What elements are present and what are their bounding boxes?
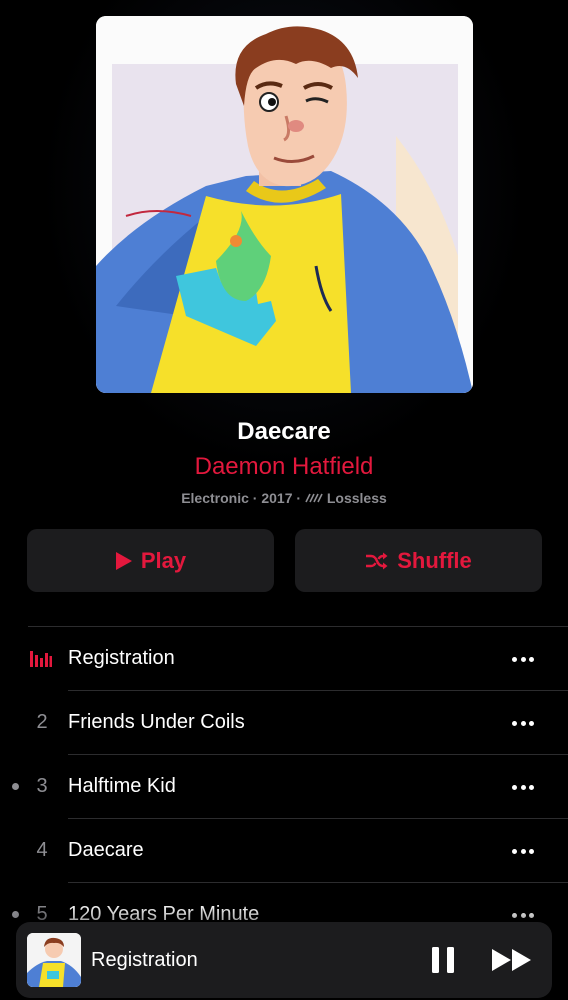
play-label: Play	[140, 547, 187, 573]
quality-label: Lossless	[326, 490, 387, 506]
track-row[interactable]: 3 Halftime Kid	[0, 755, 568, 819]
now-playing-title: Registration	[91, 949, 198, 971]
track-title: Friends Under Coils	[68, 711, 245, 733]
track-row[interactable]: 2 Friends Under Coils	[0, 691, 568, 755]
play-button[interactable]: Play	[27, 529, 274, 592]
downloaded-dot-icon	[12, 783, 19, 790]
ellipsis-icon[interactable]	[512, 657, 534, 662]
play-icon	[115, 551, 132, 570]
shuffle-label: Shuffle	[397, 547, 472, 573]
fast-forward-icon[interactable]	[491, 947, 533, 973]
album-year: 2017	[261, 490, 293, 506]
shuffle-icon	[366, 552, 388, 569]
album-title: Daecare	[237, 418, 331, 445]
shuffle-button[interactable]: Shuffle	[295, 529, 542, 592]
meta-separator: ·	[252, 490, 258, 506]
equalizer-bars-icon	[30, 651, 52, 667]
album-artwork-illustration	[96, 16, 473, 393]
track-title: Registration	[68, 647, 175, 669]
track-number: 2	[36, 711, 48, 733]
mini-player[interactable]: Registration	[16, 922, 552, 998]
track-number: 3	[36, 775, 48, 797]
album-artwork[interactable]	[96, 16, 473, 393]
track-number: 4	[36, 839, 48, 861]
ellipsis-icon[interactable]	[512, 913, 534, 918]
track-title: Daecare	[68, 839, 144, 861]
track-row[interactable]: 4 Daecare	[0, 819, 568, 883]
lossless-wave-icon	[305, 493, 323, 503]
downloaded-dot-icon	[12, 911, 19, 918]
ellipsis-icon[interactable]	[512, 785, 534, 790]
album-metadata: Electronic · 2017 · Lossless	[0, 490, 568, 506]
ellipsis-icon[interactable]	[512, 849, 534, 854]
ellipsis-icon[interactable]	[512, 721, 534, 726]
pause-icon[interactable]	[430, 945, 456, 975]
now-playing-artwork-illustration	[27, 933, 81, 987]
track-row[interactable]: Registration	[0, 627, 568, 691]
album-genre: Electronic	[181, 490, 249, 506]
meta-separator: ·	[296, 490, 302, 506]
artist-link[interactable]: Daemon Hatfield	[0, 453, 568, 481]
track-title: Halftime Kid	[68, 775, 176, 797]
now-playing-artwork[interactable]	[27, 933, 81, 987]
